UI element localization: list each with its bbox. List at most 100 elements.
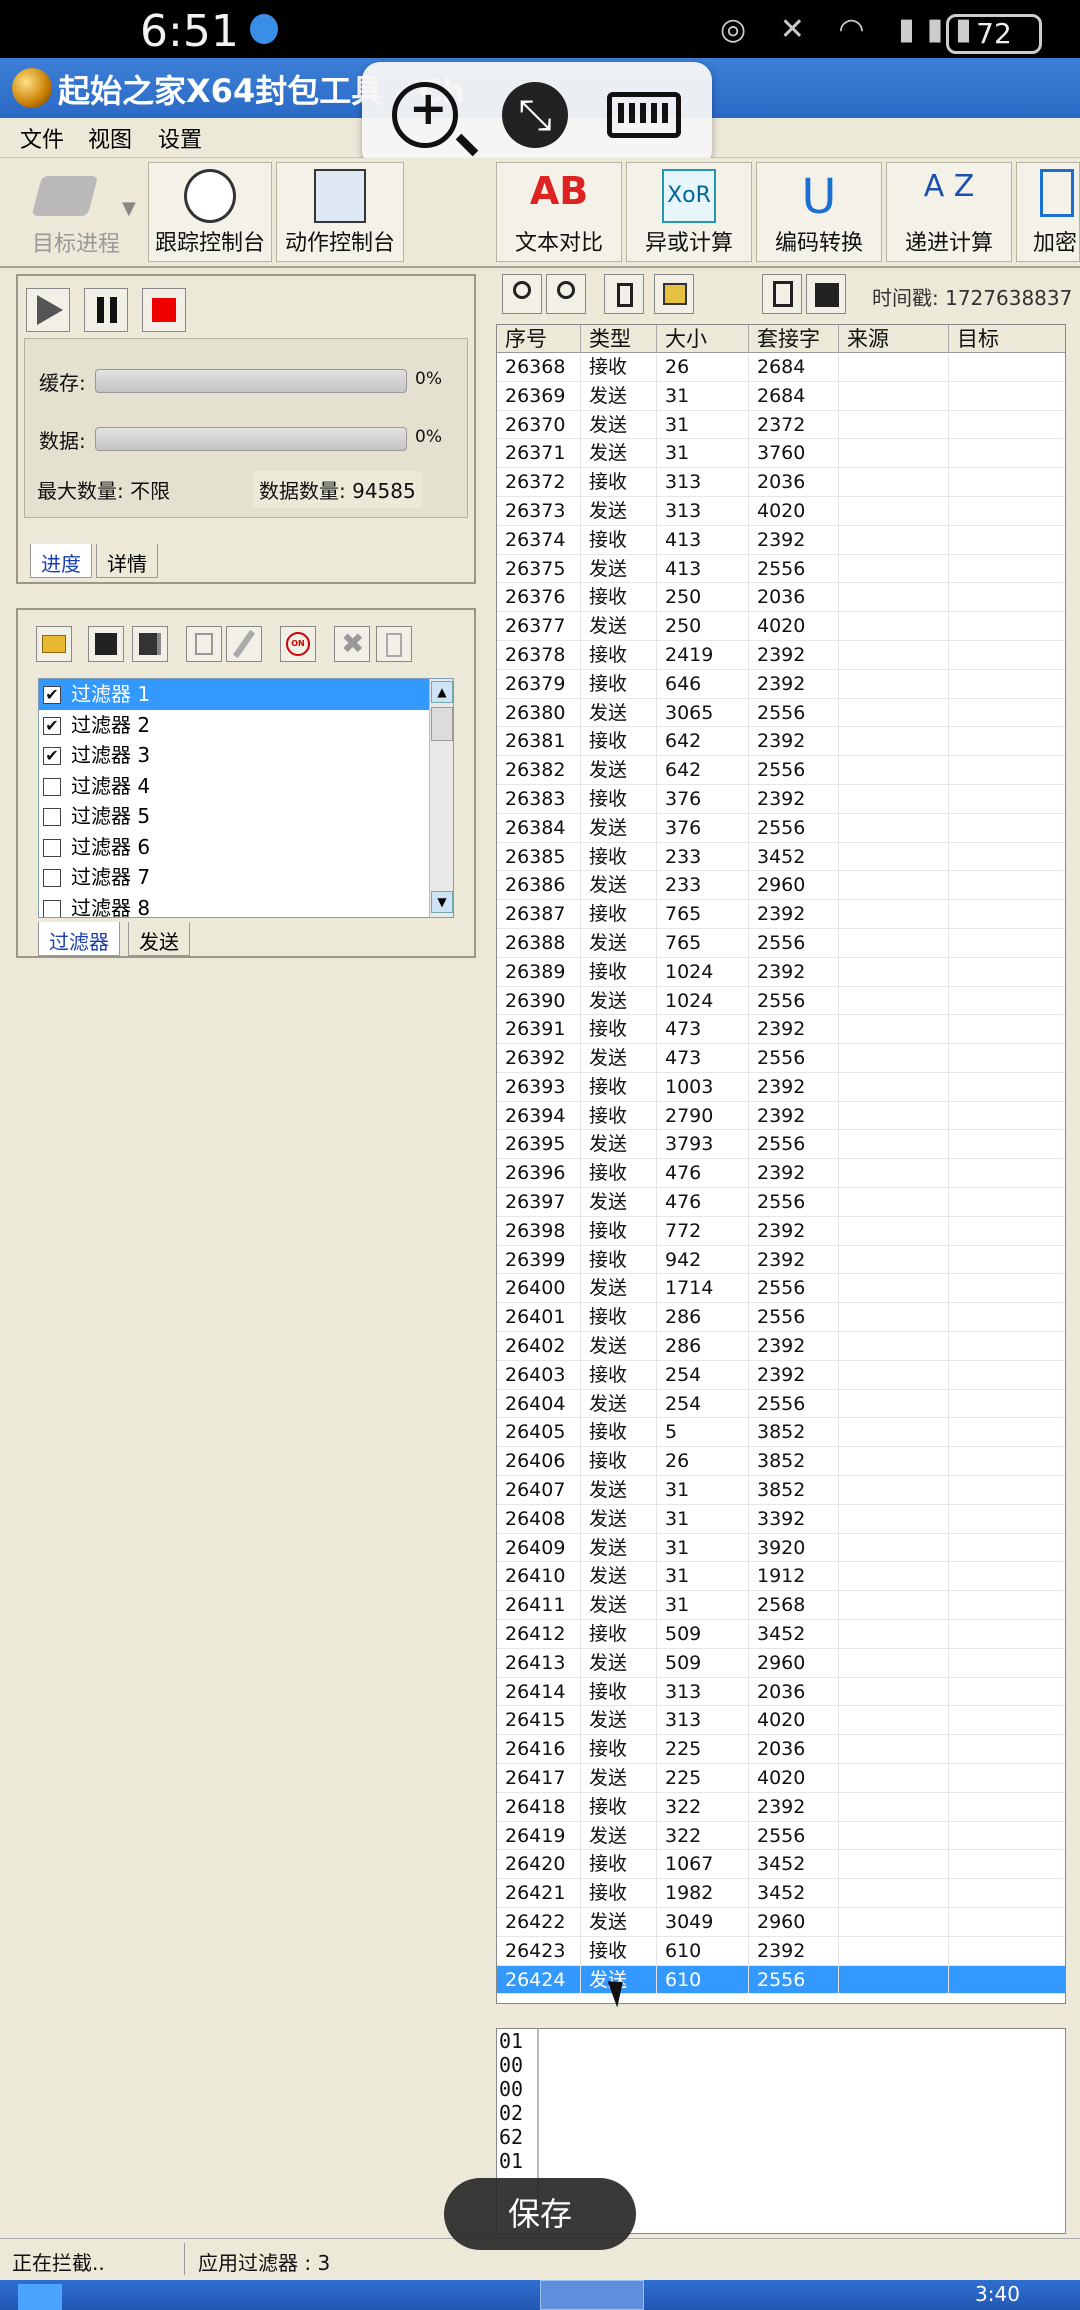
col-target[interactable]: 目标 (949, 325, 1065, 353)
col-size[interactable]: 大小 (657, 325, 749, 353)
tab-filter[interactable]: 过滤器 (38, 922, 120, 956)
tab-details[interactable]: 详情 (96, 544, 158, 578)
table-row[interactable]: 26381 接收 642 2392 (497, 727, 1065, 757)
start-icon[interactable] (18, 2284, 62, 2310)
edit-filter-button[interactable] (186, 626, 222, 662)
filter-item[interactable]: ✔ 过滤器 1 (39, 679, 429, 710)
table-row[interactable]: 26397 发送 476 2556 (497, 1188, 1065, 1217)
table-row[interactable]: 26404 发送 254 2556 (497, 1389, 1065, 1419)
table-row[interactable]: 26395 发送 3793 2556 (497, 1130, 1065, 1160)
table-row[interactable]: 26371 发送 31 3760 (497, 439, 1065, 469)
table-row[interactable]: 26389 接收 1024 2392 (497, 957, 1065, 987)
table-row[interactable]: 26375 发送 413 2556 (497, 554, 1065, 584)
filter-scrollbar[interactable]: ▲ ▼ (429, 679, 453, 917)
pen-filter-button[interactable] (226, 626, 262, 662)
table-row[interactable]: 26409 发送 31 3920 (497, 1533, 1065, 1563)
filter-checkbox[interactable] (43, 808, 61, 826)
table-row[interactable]: 26419 发送 322 2556 (497, 1821, 1065, 1851)
col-source[interactable]: 来源 (839, 325, 949, 353)
find-next-button[interactable] (546, 274, 586, 314)
filter-item[interactable]: 过滤器 5 (39, 801, 429, 832)
table-row[interactable]: 26392 发送 473 2556 (497, 1044, 1065, 1073)
table-row[interactable]: 26412 接收 509 3452 (497, 1620, 1065, 1649)
encrypt-button[interactable]: 加密 (1016, 162, 1080, 262)
table-row[interactable]: 26410 发送 31 1912 (497, 1562, 1065, 1592)
table-row[interactable]: 26384 发送 376 2556 (497, 813, 1065, 843)
xor-calc-button[interactable]: XoR 异或计算 (626, 162, 752, 262)
save-as-filter-button[interactable] (132, 626, 168, 662)
table-row[interactable]: 26368 接收 26 2684 (497, 353, 1065, 382)
table-row[interactable]: 26387 接收 765 2392 (497, 900, 1065, 929)
save-packets-button[interactable] (806, 274, 846, 314)
filter-checkbox[interactable]: ✔ (43, 716, 61, 735)
menu-view[interactable]: 视图 (88, 122, 132, 154)
table-row[interactable]: 26413 发送 509 2960 (497, 1648, 1065, 1678)
table-row[interactable]: 26422 发送 3049 2960 (497, 1907, 1065, 1937)
table-row[interactable]: 26414 接收 313 2036 (497, 1677, 1065, 1707)
stack-button[interactable] (654, 274, 694, 314)
save-filter-button[interactable] (88, 626, 124, 662)
table-row[interactable]: 26394 接收 2790 2392 (497, 1101, 1065, 1131)
menu-settings[interactable]: 设置 (158, 122, 202, 154)
table-row[interactable]: 26396 接收 476 2392 (497, 1159, 1065, 1189)
table-row[interactable]: 26417 发送 225 4020 (497, 1763, 1065, 1793)
table-row[interactable]: 26390 发送 1024 2556 (497, 986, 1065, 1016)
scroll-thumb[interactable] (431, 707, 453, 741)
table-row[interactable]: 26376 接收 250 2036 (497, 583, 1065, 613)
filter-item[interactable]: ✔ 过滤器 3 (39, 740, 429, 771)
menu-file[interactable]: 文件 (20, 122, 64, 154)
table-row[interactable]: 26424 发送 610 2556 (497, 1965, 1065, 1995)
table-row[interactable]: 26401 接收 286 2556 (497, 1303, 1065, 1333)
progressive-calc-button[interactable]: A Z 递进计算 (886, 162, 1012, 262)
table-row[interactable]: 26418 接收 322 2392 (497, 1792, 1065, 1822)
delete-filter-button[interactable]: ✖ (334, 626, 370, 662)
find-button[interactable] (502, 274, 542, 314)
col-type[interactable]: 类型 (581, 325, 657, 353)
table-row[interactable]: 26407 发送 31 3852 (497, 1476, 1065, 1505)
table-row[interactable]: 26393 接收 1003 2392 (497, 1072, 1065, 1102)
collapse-icon[interactable]: ⤡ (502, 82, 568, 148)
filter-item[interactable]: 过滤器 6 (39, 832, 429, 863)
scroll-up-icon[interactable]: ▲ (431, 681, 453, 703)
table-row[interactable]: 26391 接收 473 2392 (497, 1015, 1065, 1045)
taskbar-active-app[interactable] (540, 2280, 644, 2310)
col-socket[interactable]: 套接字 (749, 325, 839, 353)
filter-checkbox[interactable]: ✔ (43, 747, 61, 765)
table-row[interactable]: 26382 发送 642 2556 (497, 756, 1065, 785)
filter-item[interactable]: ✔ 过滤器 2 (39, 710, 429, 741)
stop-button[interactable] (142, 288, 186, 332)
pause-button[interactable] (84, 288, 128, 332)
table-row[interactable]: 26380 发送 3065 2556 (497, 698, 1065, 728)
filter-item[interactable]: 过滤器 7 (39, 862, 429, 893)
table-row[interactable]: 26374 接收 413 2392 (497, 525, 1065, 555)
filter-checkbox[interactable] (43, 777, 61, 796)
table-row[interactable]: 26378 接收 2419 2392 (497, 640, 1065, 670)
dropdown-arrow-icon[interactable]: ▼ (122, 198, 136, 219)
table-row[interactable]: 26385 接收 233 3452 (497, 842, 1065, 872)
table-row[interactable]: 26411 发送 31 2568 (497, 1591, 1065, 1621)
encoding-convert-button[interactable]: U 编码转换 (756, 162, 882, 262)
table-row[interactable]: 26403 接收 254 2392 (497, 1360, 1065, 1390)
table-row[interactable]: 26420 接收 1067 3452 (497, 1850, 1065, 1880)
table-row[interactable]: 26408 发送 31 3392 (497, 1504, 1065, 1534)
table-row[interactable]: 26398 接收 772 2392 (497, 1216, 1065, 1246)
target-process-button[interactable]: ▼ 目标进程 (6, 162, 146, 262)
table-row[interactable]: 26421 接收 1982 3452 (497, 1879, 1065, 1908)
open-filter-button[interactable] (36, 626, 72, 662)
table-row[interactable]: 26405 接收 5 3852 (497, 1418, 1065, 1448)
table-row[interactable]: 26416 接收 225 2036 (497, 1735, 1065, 1764)
toggle-filter-button[interactable]: ON (280, 626, 316, 662)
tab-send[interactable]: 发送 (128, 922, 190, 956)
filter-checkbox[interactable] (43, 838, 61, 857)
filter-item[interactable]: 过滤器 8 (39, 893, 429, 917)
filter-checkbox[interactable] (43, 869, 61, 887)
text-compare-button[interactable]: AB 文本对比 (496, 162, 622, 262)
clear-filter-button[interactable] (376, 626, 412, 662)
action-console-button[interactable]: 动作控制台 (276, 162, 404, 262)
filter-checkbox[interactable] (43, 899, 61, 917)
table-row[interactable]: 26373 发送 313 4020 (497, 496, 1065, 526)
filter-item[interactable]: 过滤器 4 (39, 771, 429, 802)
scroll-down-icon[interactable]: ▼ (431, 891, 453, 913)
table-row[interactable]: 26423 接收 610 2392 (497, 1936, 1065, 1966)
zoom-in-icon[interactable] (392, 81, 458, 148)
